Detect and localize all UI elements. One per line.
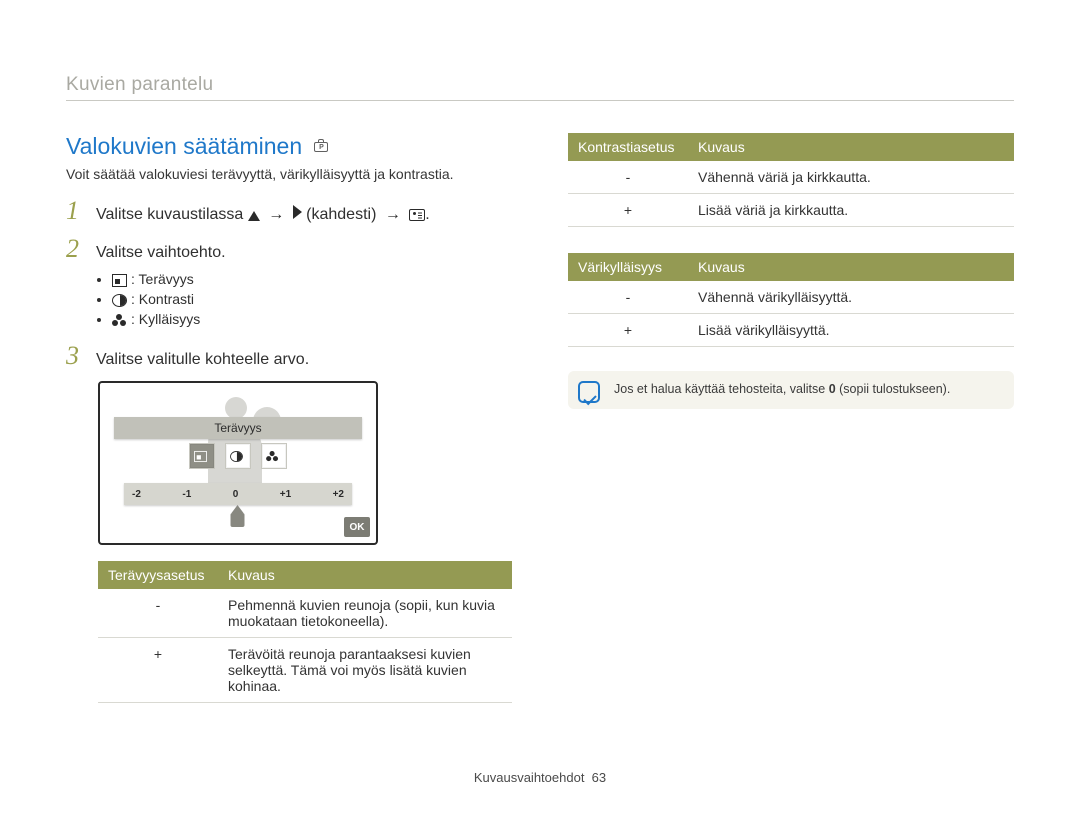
section-header: Kuvien parantelu	[66, 74, 1014, 96]
right-column: Kontrastiasetus Kuvaus - Vähennä väriä j…	[568, 133, 1014, 703]
cell-sym: -	[98, 589, 218, 638]
bullet-saturation: : Kylläisyys	[112, 311, 512, 327]
cell-desc: Terävöitä reunoja parantaaksesi kuvien s…	[218, 638, 512, 703]
screen-scale[interactable]: -2 -1 0 +1 +2	[124, 483, 352, 505]
contrast-icon	[230, 451, 243, 462]
scale-p1: +1	[280, 489, 291, 500]
scale-p2: +2	[333, 489, 344, 500]
scale-m2: -2	[132, 489, 141, 500]
cell-desc: Lisää värikylläisyyttä.	[688, 314, 1014, 347]
info-note: Jos et halua käyttää tehosteita, valitse…	[568, 371, 1014, 409]
step-1: 1 Valitse kuvaustilassa → (kahdesti) → .	[66, 196, 512, 226]
bullet-label: : Terävyys	[131, 271, 194, 287]
contrast-table: Kontrastiasetus Kuvaus - Vähennä väriä j…	[568, 133, 1014, 227]
step-3: 3 Valitse valitulle kohteelle arvo.	[66, 341, 512, 371]
table-row: + Terävöitä reunoja parantaaksesi kuvien…	[98, 638, 512, 703]
table-row: + Lisää väriä ja kirkkautta.	[568, 194, 1014, 227]
page: Kuvien parantelu Valokuvien säätäminen P…	[0, 0, 1080, 815]
saturation-icon	[266, 451, 279, 462]
camera-screen-mock: Terävyys .icon-tile.sel .sharp-sq::after…	[98, 381, 378, 545]
left-column: Valokuvien säätäminen P Voit säätää valo…	[66, 133, 512, 703]
cell-sym: +	[98, 638, 218, 703]
sharpness-icon: .icon-tile.sel .sharp-sq::after{backgrou…	[194, 451, 207, 462]
columns: Valokuvien säätäminen P Voit säätää valo…	[66, 133, 1014, 703]
bullet-label: : Kontrasti	[131, 291, 194, 307]
image-adjust-icon	[409, 209, 425, 221]
step-2: 2 Valitse vaihtoehto.	[66, 234, 512, 264]
note-pre: Jos et halua käyttää tehosteita, valitse	[614, 382, 829, 396]
th-setting: Kontrastiasetus	[568, 133, 688, 161]
table-row: - Pehmennä kuvien reunoja (sopii, kun ku…	[98, 589, 512, 638]
steps-list-cont: 3 Valitse valitulle kohteelle arvo.	[66, 341, 512, 371]
th-setting: Värikylläisyys	[568, 253, 688, 281]
note-check-icon	[578, 381, 600, 403]
menu-up-icon	[248, 211, 260, 221]
cell-sym: -	[568, 281, 688, 314]
intro-text: Voit säätää valokuviesi terävyyttä, väri…	[66, 166, 512, 182]
step-number: 2	[66, 234, 86, 264]
bullet-label: : Kylläisyys	[131, 311, 200, 327]
sharpness-table: Terävyysasetus Kuvaus - Pehmennä kuvien …	[98, 561, 512, 703]
heading-row: Valokuvien säätäminen P	[66, 133, 512, 160]
arrow-icon: →	[268, 206, 284, 223]
step1-mid: (kahdesti)	[306, 206, 376, 223]
scale-0: 0	[233, 489, 239, 500]
camera-p-mode-icon: P	[312, 140, 330, 154]
footer-page: 63	[592, 770, 606, 785]
step-text: Valitse valitulle kohteelle arvo.	[96, 349, 309, 371]
screen-icon-row: .icon-tile.sel .sharp-sq::after{backgrou…	[189, 443, 287, 469]
step-text: Valitse vaihtoehto.	[96, 242, 226, 264]
page-footer: Kuvausvaihtoehdot 63	[0, 770, 1080, 785]
table-row: - Vähennä värikylläisyyttä.	[568, 281, 1014, 314]
cell-sym: +	[568, 194, 688, 227]
th-setting: Terävyysasetus	[98, 561, 218, 589]
cell-sym: +	[568, 314, 688, 347]
note-bold: 0	[829, 382, 836, 396]
bullet-sharpness: : Terävyys	[112, 271, 512, 287]
cell-desc: Pehmennä kuvien reunoja (sopii, kun kuvi…	[218, 589, 512, 638]
chevron-right-icon	[293, 205, 302, 219]
screen-tab-contrast[interactable]	[225, 443, 251, 469]
table-row: - Vähennä väriä ja kirkkautta.	[568, 161, 1014, 194]
step1-prefix: Valitse kuvaustilassa	[96, 206, 243, 223]
th-desc: Kuvaus	[688, 133, 1014, 161]
table-row: + Lisää värikylläisyyttä.	[568, 314, 1014, 347]
option-bullets: : Terävyys : Kontrasti : Kylläisyys	[98, 271, 512, 327]
steps-list: 1 Valitse kuvaustilassa → (kahdesti) → .…	[66, 196, 512, 265]
th-desc: Kuvaus	[218, 561, 512, 589]
cell-desc: Lisää väriä ja kirkkautta.	[688, 194, 1014, 227]
step-number: 3	[66, 341, 86, 371]
ok-button[interactable]: OK	[344, 517, 370, 537]
saturation-icon	[112, 314, 127, 327]
scale-m1: -1	[182, 489, 191, 500]
table-header-row: Värikylläisyys Kuvaus	[568, 253, 1014, 281]
cell-desc: Vähennä väriä ja kirkkautta.	[688, 161, 1014, 194]
screen-tab-sharpness[interactable]: .icon-tile.sel .sharp-sq::after{backgrou…	[189, 443, 215, 469]
table-header-row: Kontrastiasetus Kuvaus	[568, 133, 1014, 161]
contrast-icon	[112, 294, 127, 307]
page-heading: Valokuvien säätäminen	[66, 133, 302, 160]
step1-period: .	[425, 206, 429, 223]
screen-tab-saturation[interactable]	[261, 443, 287, 469]
sharpness-icon	[112, 274, 127, 287]
cell-desc: Vähennä värikylläisyyttä.	[688, 281, 1014, 314]
step-number: 1	[66, 196, 86, 226]
cell-sym: -	[568, 161, 688, 194]
arrow-icon: →	[385, 206, 401, 223]
th-desc: Kuvaus	[688, 253, 1014, 281]
screen-title-bar: Terävyys	[114, 417, 362, 439]
footer-label: Kuvausvaihtoehdot	[474, 770, 585, 785]
divider	[66, 100, 1014, 101]
table-header-row: Terävyysasetus Kuvaus	[98, 561, 512, 589]
note-post: (sopii tulostukseen).	[836, 382, 951, 396]
saturation-table: Värikylläisyys Kuvaus - Vähennä värikyll…	[568, 253, 1014, 347]
bullet-contrast: : Kontrasti	[112, 291, 512, 307]
scale-pointer[interactable]	[232, 505, 245, 527]
step-text: Valitse kuvaustilassa → (kahdesti) → .	[96, 204, 430, 226]
